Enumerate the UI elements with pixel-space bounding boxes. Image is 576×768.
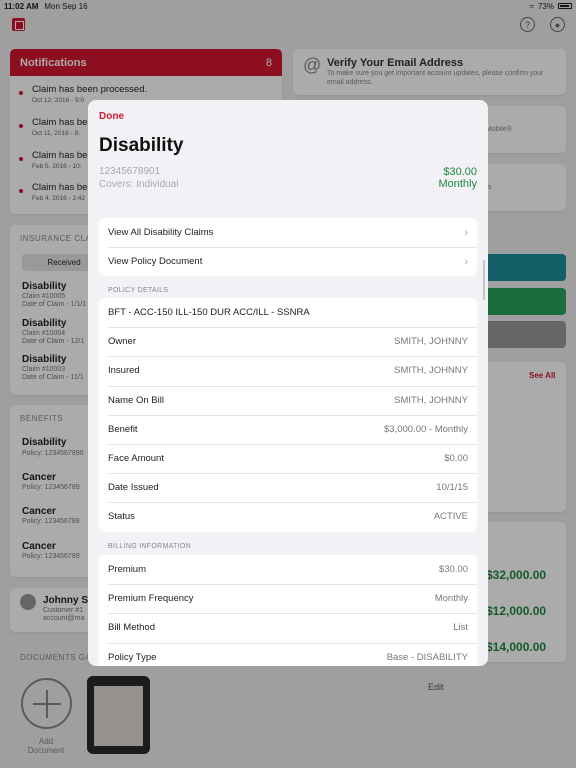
- policy-detail-modal: Done Disability 12345678901 Covers: Indi…: [88, 100, 488, 666]
- detail-value: ACTIVE: [433, 511, 468, 523]
- billing-row-bill-method: Bill Method List: [99, 613, 477, 642]
- billing-row-policy-type: Policy Type Base - DISABILITY: [99, 642, 477, 666]
- policy-code: BFT - ACC-150 ILL-150 DUR ACC/ILL - SSNR…: [108, 307, 310, 319]
- detail-row-insured: Insured SMITH, JOHNNY: [99, 356, 477, 385]
- modal-title: Disability: [99, 135, 184, 156]
- detail-label: Owner: [108, 336, 136, 348]
- detail-label: Name On Bill: [108, 394, 164, 406]
- billing-value: List: [453, 622, 468, 634]
- done-button[interactable]: Done: [99, 111, 124, 122]
- detail-row-date-issued: Date Issued 10/1/15: [99, 473, 477, 502]
- detail-row-benefit: Benefit $3,000.00 - Monthly: [99, 414, 477, 444]
- links-group: View All Disability Claims › View Policy…: [99, 218, 477, 277]
- view-claims-link[interactable]: View All Disability Claims ›: [99, 218, 477, 247]
- detail-label: Date Issued: [108, 482, 159, 494]
- detail-value: SMITH, JOHNNY: [394, 394, 468, 406]
- detail-row-face-amount: Face Amount $0.00: [99, 443, 477, 473]
- detail-row-status: Status ACTIVE: [99, 502, 477, 531]
- billing-value: $30.00: [438, 564, 468, 576]
- billing-info-label: BILLING INFORMATION: [108, 543, 191, 550]
- policy-number: 12345678901: [99, 166, 161, 177]
- billing-value: Monthly: [434, 593, 468, 605]
- policy-code-row: BFT - ACC-150 ILL-150 DUR ACC/ILL - SSNR…: [99, 298, 477, 327]
- detail-value: 10/1/15: [436, 482, 468, 494]
- link-label: View All Disability Claims: [108, 227, 214, 239]
- scroll-indicator[interactable]: [483, 260, 485, 300]
- detail-label: Insured: [108, 365, 140, 377]
- chevron-right-icon: ›: [464, 226, 468, 239]
- billing-row-frequency: Premium Frequency Monthly: [99, 584, 477, 613]
- billing-label: Bill Method: [108, 622, 155, 634]
- view-policy-document-link[interactable]: View Policy Document ›: [99, 247, 477, 276]
- detail-label: Face Amount: [108, 453, 164, 465]
- chevron-right-icon: ›: [464, 255, 468, 268]
- detail-label: Status: [108, 511, 135, 523]
- link-label: View Policy Document: [108, 256, 203, 268]
- billing-label: Premium Frequency: [108, 593, 194, 605]
- detail-row-name-on-bill: Name On Bill SMITH, JOHNNY: [99, 385, 477, 415]
- detail-value: SMITH, JOHNNY: [394, 365, 468, 377]
- policy-details-group: BFT - ACC-150 ILL-150 DUR ACC/ILL - SSNR…: [99, 298, 477, 532]
- covers-text: Covers: Individual: [99, 179, 179, 190]
- detail-value: SMITH, JOHNNY: [394, 336, 468, 348]
- billing-label: Policy Type: [108, 651, 157, 663]
- detail-label: Benefit: [108, 423, 138, 435]
- billing-value: Base - DISABILITY: [386, 651, 468, 663]
- policy-details-label: POLICY DETAILS: [108, 287, 169, 294]
- premium-frequency: Monthly: [438, 178, 477, 190]
- billing-row-premium: Premium $30.00: [99, 555, 477, 584]
- detail-value: $0.00: [444, 453, 468, 465]
- detail-value: $3,000.00 - Monthly: [384, 423, 468, 435]
- billing-label: Premium: [108, 564, 147, 576]
- detail-row-owner: Owner SMITH, JOHNNY: [99, 327, 477, 356]
- premium-amount: $30.00: [443, 166, 477, 178]
- billing-group: Premium $30.00 Premium Frequency Monthly…: [99, 555, 477, 666]
